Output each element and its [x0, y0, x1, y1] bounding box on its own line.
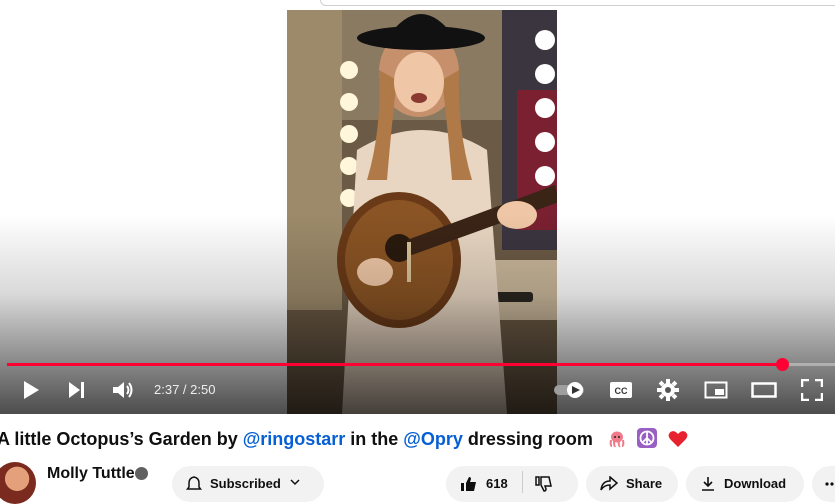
miniplayer-button[interactable] — [702, 372, 730, 408]
like-button[interactable] — [460, 476, 478, 495]
more-actions-button[interactable] — [812, 466, 835, 502]
mention-link-ringostarr[interactable]: @ringostarr — [243, 429, 346, 449]
mention-link-opry[interactable]: @Opry — [403, 429, 463, 449]
next-button[interactable] — [64, 372, 90, 408]
subscribed-label: Subscribed — [210, 476, 281, 491]
verified-badge-icon — [135, 467, 148, 480]
video-player[interactable]: 2:37 / 2:50 CC — [0, 0, 835, 414]
cc-icon: CC — [610, 382, 632, 398]
svg-text:CC: CC — [615, 386, 628, 396]
video-frame[interactable] — [287, 10, 557, 414]
title-text-suffix: dressing room — [462, 429, 593, 449]
octopus-emoji — [608, 430, 626, 453]
channel-avatar[interactable] — [0, 462, 36, 504]
download-label: Download — [724, 476, 787, 491]
volume-button[interactable] — [110, 372, 138, 408]
progress-bar[interactable] — [7, 358, 835, 371]
volume-icon — [113, 382, 133, 398]
dislike-button[interactable] — [534, 476, 553, 495]
like-dislike-group: 618 — [446, 466, 578, 502]
fullscreen-icon — [801, 379, 823, 401]
player-controls: 2:37 / 2:50 CC — [0, 372, 835, 408]
subscribed-button[interactable]: Subscribed — [172, 466, 324, 502]
download-icon — [700, 476, 716, 495]
play-icon — [24, 381, 39, 399]
autoplay-toggle-icon — [554, 382, 584, 398]
autoplay-toggle[interactable] — [552, 372, 588, 408]
theater-mode-button[interactable] — [750, 372, 778, 408]
play-button[interactable] — [18, 372, 44, 408]
settings-button[interactable] — [655, 372, 681, 408]
channel-row: Molly Tuttle Subscribed 618 Share Downlo… — [0, 460, 835, 504]
theater-mode-icon — [751, 382, 777, 398]
share-icon — [600, 475, 619, 495]
channel-name[interactable]: Molly Tuttle — [47, 465, 135, 483]
time-display: 2:37 / 2:50 — [154, 382, 216, 397]
bell-icon — [186, 476, 202, 495]
miniplayer-icon — [704, 381, 728, 399]
progress-played — [7, 363, 782, 366]
thumbs-up-icon — [461, 477, 476, 491]
title-text-middle: in the — [345, 429, 404, 449]
thumbs-down-icon — [534, 476, 552, 492]
like-count: 618 — [486, 476, 508, 491]
progress-scrubber[interactable] — [776, 358, 789, 371]
more-horizontal-icon — [824, 476, 835, 495]
like-divider — [521, 471, 523, 493]
search-bar-edge — [320, 0, 835, 6]
fullscreen-button[interactable] — [798, 372, 826, 408]
share-button[interactable]: Share — [586, 466, 678, 502]
peace-symbol-emoji — [636, 428, 657, 453]
download-button[interactable]: Download — [686, 466, 804, 502]
video-title: A little Octopus’s Garden by @ringostarr… — [0, 428, 688, 453]
gear-icon — [657, 379, 679, 401]
title-text-prefix: A little Octopus’s Garden by — [0, 429, 243, 449]
chevron-down-icon — [289, 476, 301, 491]
captions-button[interactable]: CC — [607, 372, 635, 408]
skip-next-icon — [69, 382, 84, 398]
share-label: Share — [626, 476, 663, 491]
red-heart-emoji — [668, 430, 688, 453]
video-image — [287, 10, 557, 414]
